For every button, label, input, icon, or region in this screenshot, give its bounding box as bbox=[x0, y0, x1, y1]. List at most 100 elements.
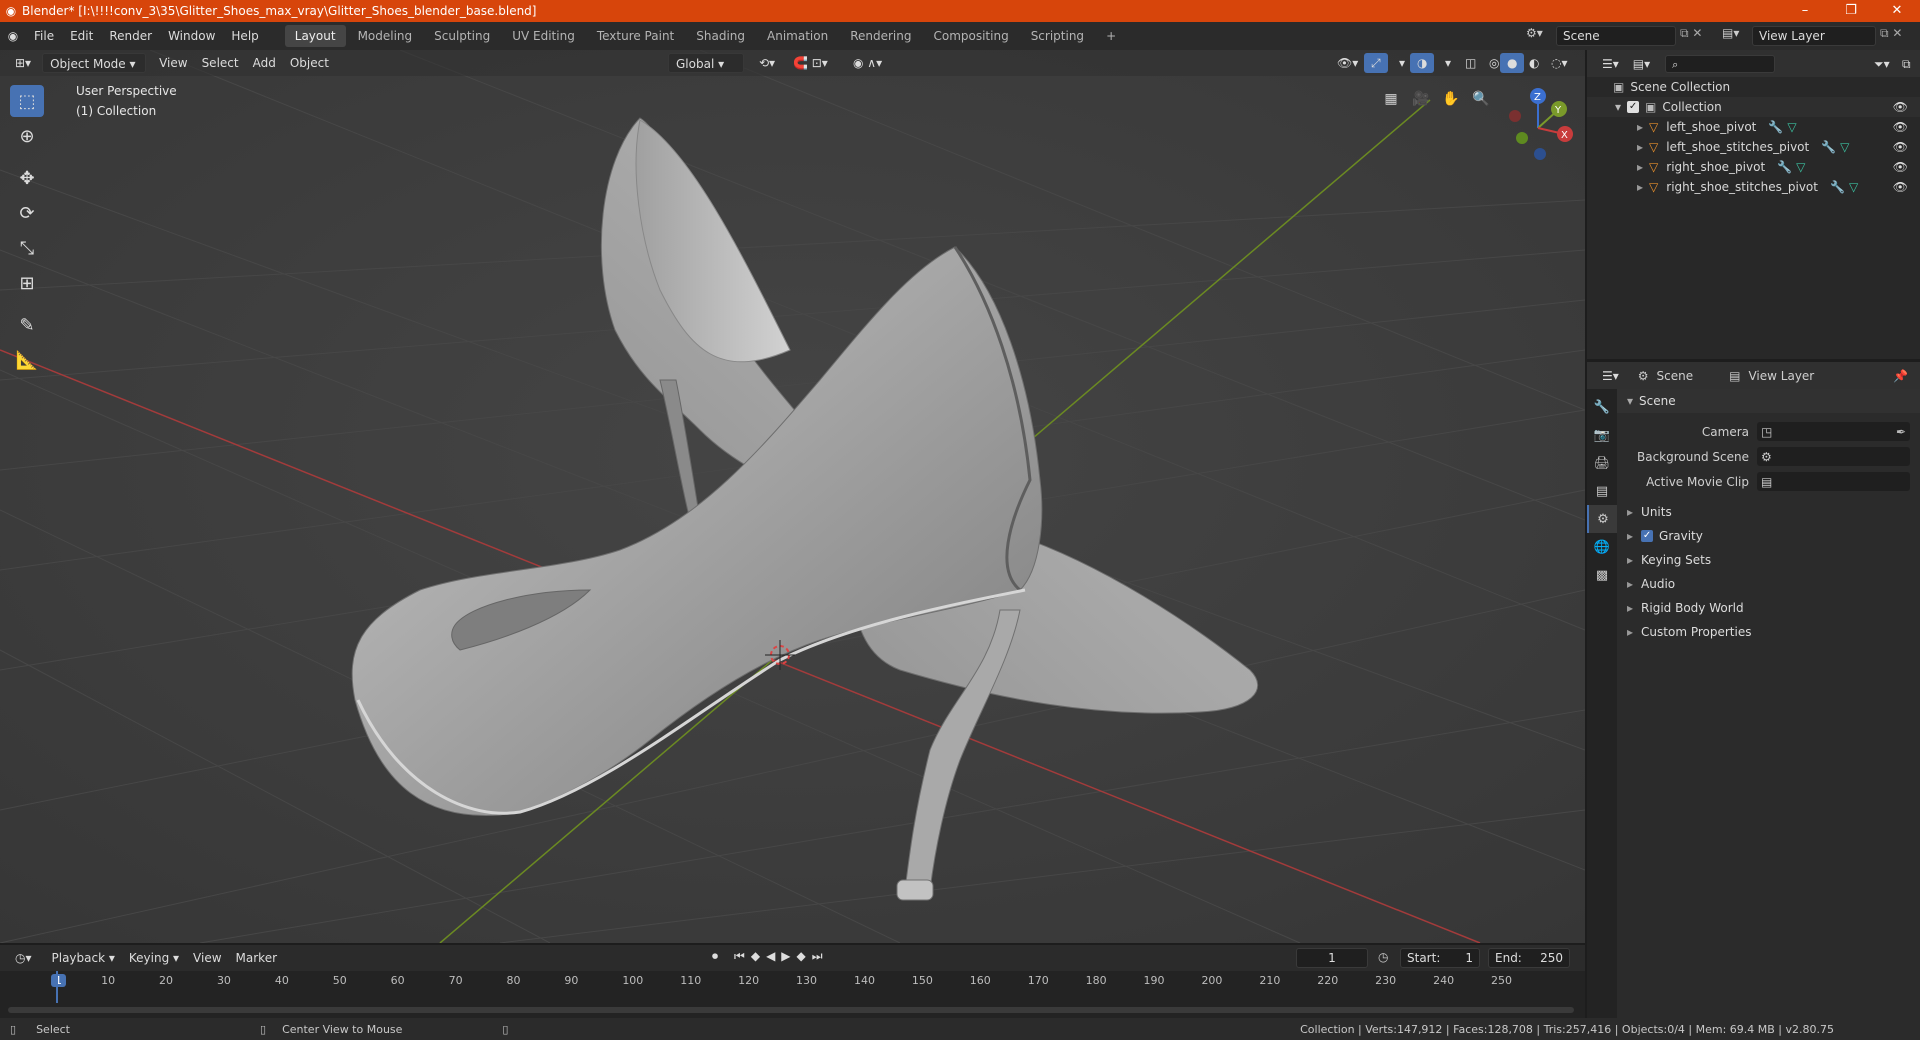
select-box-tool-icon[interactable]: ⬚ bbox=[10, 85, 44, 117]
editor-type-icon[interactable]: ⊞▾ bbox=[8, 53, 38, 73]
modifier-icon[interactable]: 🔧 bbox=[1821, 140, 1836, 154]
pan-view-icon[interactable]: ✋ bbox=[1438, 86, 1464, 112]
toggle-perspective-icon[interactable]: ▦ bbox=[1378, 86, 1404, 112]
menu-object[interactable]: Object bbox=[283, 53, 336, 73]
transform-tool-icon[interactable]: ⊞ bbox=[10, 267, 44, 299]
mesh-data-icon[interactable]: ▽ bbox=[1849, 180, 1858, 194]
playhead[interactable] bbox=[56, 971, 58, 1003]
view-layer-tab-icon[interactable]: ▤ bbox=[1587, 477, 1617, 505]
properties-editor-type-icon[interactable]: ☰▾ bbox=[1595, 366, 1626, 386]
new-view-layer-icon[interactable]: ⧉ ✕ bbox=[1880, 26, 1902, 41]
outliner-search-input[interactable]: ⌕ bbox=[1665, 54, 1776, 73]
texture-tab-icon[interactable]: ▩ bbox=[1587, 561, 1617, 589]
scene-section-header[interactable]: ▾ Scene bbox=[1617, 389, 1920, 413]
eye-icon[interactable]: 👁 bbox=[1893, 100, 1908, 114]
menu-add[interactable]: Add bbox=[246, 53, 283, 73]
expand-arrow-icon[interactable]: ▸ bbox=[1637, 160, 1643, 174]
object-mode-dropdown[interactable]: Object Mode ▾ bbox=[42, 53, 147, 73]
gizmo-toggle-icon[interactable]: ⤢ bbox=[1364, 53, 1388, 73]
menu-select[interactable]: Select bbox=[195, 53, 246, 73]
jump-start-icon[interactable]: ⏮ bbox=[734, 949, 745, 964]
world-tab-icon[interactable]: 🌐 bbox=[1587, 533, 1617, 561]
shading-rendered-icon[interactable]: ◌▾ bbox=[1544, 53, 1575, 73]
active-movie-clip-field[interactable]: ▤ bbox=[1757, 472, 1910, 491]
menu-window[interactable]: Window bbox=[160, 22, 223, 50]
new-collection-icon[interactable]: ⧉ bbox=[1895, 54, 1918, 74]
filter-icon[interactable]: ⏷▾ bbox=[1867, 54, 1897, 74]
annotate-tool-icon[interactable]: ✎ bbox=[10, 309, 44, 341]
preview-range-icon[interactable]: ◷ bbox=[1378, 950, 1388, 964]
3d-viewport[interactable]: Z Y X ⬚ ⊕ ✥ ⟳ ⤡ ⊞ ✎ 📐 User Perspective (… bbox=[0, 50, 1585, 943]
eye-icon[interactable]: 👁 bbox=[1893, 160, 1908, 174]
outliner-item[interactable]: ▸ ▽ left_shoe_pivot 🔧 ▽ 👁 bbox=[1587, 117, 1920, 137]
collection-checkbox[interactable]: ✓ bbox=[1627, 101, 1640, 113]
tab-modeling[interactable]: Modeling bbox=[348, 25, 423, 47]
play-icon[interactable]: ▶ bbox=[781, 949, 790, 964]
snap-icon[interactable]: 🧲 ⊡▾ bbox=[786, 53, 835, 73]
output-tab-icon[interactable]: 🖨 bbox=[1587, 449, 1617, 477]
blender-menu-icon[interactable]: ◉ bbox=[0, 29, 26, 43]
start-frame-field[interactable]: Start: 1 bbox=[1400, 948, 1480, 968]
mesh-data-icon[interactable]: ▽ bbox=[1787, 120, 1796, 134]
modifier-icon[interactable]: 🔧 bbox=[1777, 160, 1792, 174]
expand-arrow-icon[interactable]: ▸ bbox=[1637, 140, 1643, 154]
xray-toggle-icon[interactable]: ◫ bbox=[1458, 53, 1483, 73]
next-keyframe-icon[interactable]: ◆ bbox=[797, 949, 806, 964]
scale-tool-icon[interactable]: ⤡ bbox=[10, 232, 44, 264]
expand-arrow-icon[interactable]: ▸ bbox=[1637, 120, 1643, 134]
modifier-icon[interactable]: 🔧 bbox=[1830, 180, 1845, 194]
rigid-body-world-section[interactable]: ▸ Rigid Body World bbox=[1617, 596, 1920, 620]
view-layer-tab-label[interactable]: View Layer bbox=[1748, 369, 1814, 383]
prev-keyframe-icon[interactable]: ◆ bbox=[751, 949, 760, 964]
tab-rendering[interactable]: Rendering bbox=[840, 25, 921, 47]
camera-view-icon[interactable]: 🎥 bbox=[1408, 86, 1434, 112]
move-tool-icon[interactable]: ✥ bbox=[10, 162, 44, 194]
render-tab-icon[interactable]: 📷 bbox=[1587, 421, 1617, 449]
camera-field[interactable]: ◳ ✒ bbox=[1757, 422, 1910, 441]
record-icon[interactable]: ⏺ bbox=[712, 949, 718, 964]
end-frame-field[interactable]: End: 250 bbox=[1488, 948, 1570, 968]
eye-icon[interactable]: 👁 bbox=[1893, 180, 1908, 194]
menu-marker[interactable]: Marker bbox=[229, 948, 284, 968]
units-section[interactable]: ▸ Units bbox=[1617, 500, 1920, 524]
modifier-icon[interactable]: 🔧 bbox=[1768, 120, 1783, 134]
view-layer-selector-icon[interactable]: ▤▾ bbox=[1722, 26, 1739, 40]
display-mode-icon[interactable]: ▤▾ bbox=[1626, 54, 1657, 74]
zoom-view-icon[interactable]: 🔍 bbox=[1468, 86, 1494, 112]
minimize-button[interactable]: – bbox=[1782, 0, 1828, 22]
menu-help[interactable]: Help bbox=[223, 22, 266, 50]
eyedropper-icon[interactable]: ✒ bbox=[1896, 425, 1906, 439]
add-workspace-icon[interactable]: + bbox=[1096, 25, 1126, 47]
current-frame-field[interactable]: 1 bbox=[1296, 948, 1368, 968]
audio-section[interactable]: ▸ Audio bbox=[1617, 572, 1920, 596]
scene-selector-icon[interactable]: ⚙▾ bbox=[1526, 26, 1543, 40]
outliner-item[interactable]: ▸ ▽ left_shoe_stitches_pivot 🔧 ▽ 👁 bbox=[1587, 137, 1920, 157]
scene-tab-icon[interactable]: ⚙ bbox=[1587, 505, 1617, 533]
mesh-data-icon[interactable]: ▽ bbox=[1840, 140, 1849, 154]
shading-solid-icon[interactable]: ● bbox=[1500, 53, 1525, 73]
shading-material-icon[interactable]: ◐ bbox=[1522, 53, 1546, 73]
pin-icon[interactable]: 📌 bbox=[1893, 369, 1908, 383]
menu-file[interactable]: File bbox=[26, 22, 62, 50]
tab-texture-paint[interactable]: Texture Paint bbox=[587, 25, 684, 47]
menu-view[interactable]: View bbox=[152, 53, 194, 73]
expand-arrow-icon[interactable]: ▾ bbox=[1615, 100, 1621, 114]
rotate-tool-icon[interactable]: ⟳ bbox=[10, 197, 44, 229]
gravity-section[interactable]: ▸ ✓ Gravity bbox=[1617, 524, 1920, 548]
menu-playback[interactable]: Playback ▾ bbox=[45, 948, 122, 968]
timeline-editor-type-icon[interactable]: ◷▾ bbox=[8, 948, 39, 968]
tab-uv-editing[interactable]: UV Editing bbox=[502, 25, 585, 47]
tool-tab-icon[interactable]: 🔧 bbox=[1587, 393, 1617, 421]
tab-shading[interactable]: Shading bbox=[686, 25, 755, 47]
custom-properties-section[interactable]: ▸ Custom Properties bbox=[1617, 620, 1920, 644]
new-scene-icon[interactable]: ⧉ ✕ bbox=[1680, 26, 1702, 41]
transform-orientation-dropdown[interactable]: Global ▾ bbox=[668, 53, 744, 73]
collection-row[interactable]: ▾ ✓ ▣ Collection 👁 bbox=[1587, 97, 1920, 117]
proportional-edit-icon[interactable]: ◉ ∧▾ bbox=[846, 53, 889, 73]
overlays-dropdown-icon[interactable]: ▾ bbox=[1438, 53, 1458, 73]
play-reverse-icon[interactable]: ◀ bbox=[766, 949, 775, 964]
tab-compositing[interactable]: Compositing bbox=[923, 25, 1018, 47]
scene-field[interactable]: Scene bbox=[1556, 26, 1676, 46]
gravity-checkbox[interactable]: ✓ bbox=[1641, 530, 1654, 542]
eye-icon[interactable]: 👁 bbox=[1893, 140, 1908, 154]
